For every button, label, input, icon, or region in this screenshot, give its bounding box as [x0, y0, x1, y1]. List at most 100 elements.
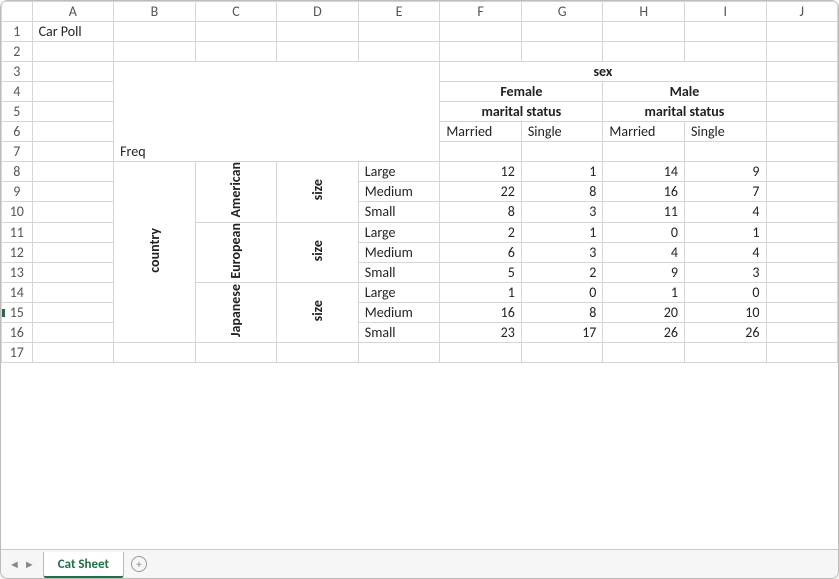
tab-nav-prev-icon[interactable]: ◄ [9, 558, 20, 571]
cell-A8[interactable] [32, 162, 114, 182]
cell-J4[interactable] [766, 82, 838, 102]
header-marital-male[interactable]: marital status [603, 102, 766, 122]
label-medium-2[interactable]: Medium [358, 242, 440, 262]
cell-I12[interactable]: 4 [684, 242, 766, 262]
col-header-F[interactable]: F [440, 2, 522, 22]
cell-J11[interactable] [766, 222, 838, 242]
row-header-8[interactable]: 8 [2, 162, 33, 182]
cell-J3[interactable] [766, 62, 838, 82]
row-header-16[interactable]: 16 [2, 323, 33, 343]
col-header-I[interactable]: I [684, 2, 766, 22]
label-country[interactable]: country [114, 162, 196, 343]
cell-E17[interactable] [358, 343, 440, 363]
cell-A3[interactable] [32, 62, 114, 82]
cell-I13[interactable]: 3 [684, 262, 766, 282]
row-header-14[interactable]: 14 [2, 283, 33, 303]
col-header-H[interactable]: H [603, 2, 685, 22]
cell-I1[interactable] [684, 22, 766, 42]
cell-G12[interactable]: 3 [521, 242, 603, 262]
col-header-D[interactable]: D [277, 2, 359, 22]
label-size-3[interactable]: size [277, 283, 359, 343]
col-header-C[interactable]: C [195, 2, 277, 22]
row-header-4[interactable]: 4 [2, 82, 33, 102]
cell-A10[interactable] [32, 202, 114, 222]
row-header-9[interactable]: 9 [2, 182, 33, 202]
cell-C2[interactable] [195, 42, 277, 62]
cell-F15[interactable]: 16 [440, 303, 522, 323]
label-small-2[interactable]: Small [358, 262, 440, 282]
select-all-corner[interactable] [2, 2, 33, 22]
cell-F7[interactable] [440, 142, 522, 162]
cell-G13[interactable]: 2 [521, 262, 603, 282]
cell-A15[interactable] [32, 303, 114, 323]
col-header-J[interactable]: J [766, 2, 838, 22]
label-size-1[interactable]: size [277, 162, 359, 223]
label-european[interactable]: European [195, 222, 277, 283]
cell-H8[interactable]: 14 [603, 162, 685, 182]
cell-G11[interactable]: 1 [521, 222, 603, 242]
add-sheet-button[interactable]: + [124, 550, 154, 578]
cell-J7[interactable] [766, 142, 838, 162]
cell-J8[interactable] [766, 162, 838, 182]
label-medium-3[interactable]: Medium [358, 303, 440, 323]
cell-A12[interactable] [32, 242, 114, 262]
cell-C17[interactable] [195, 343, 277, 363]
cell-A1[interactable]: Car Poll [32, 22, 114, 42]
cell-G17[interactable] [521, 343, 603, 363]
cell-J2[interactable] [766, 42, 838, 62]
cell-H11[interactable]: 0 [603, 222, 685, 242]
cell-G15[interactable]: 8 [521, 303, 603, 323]
cell-A4[interactable] [32, 82, 114, 102]
header-male[interactable]: Male [603, 82, 766, 102]
cell-F9[interactable]: 22 [440, 182, 522, 202]
freq-label[interactable]: Freq [114, 142, 440, 162]
spreadsheet-grid[interactable]: A B C D E F G H I J 1 Car Poll [1, 1, 838, 550]
cell-H16[interactable]: 26 [603, 323, 685, 343]
cell-A16[interactable] [32, 323, 114, 343]
row-header-10[interactable]: 10 [2, 202, 33, 222]
row-header-12[interactable]: 12 [2, 242, 33, 262]
tab-nav-next-icon[interactable]: ► [24, 558, 35, 571]
cell-B1[interactable] [114, 22, 196, 42]
label-size-2[interactable]: size [277, 222, 359, 283]
cell-F1[interactable] [440, 22, 522, 42]
cell-H9[interactable]: 16 [603, 182, 685, 202]
header-marital-female[interactable]: marital status [440, 102, 603, 122]
cell-B17[interactable] [114, 343, 196, 363]
cell-A11[interactable] [32, 222, 114, 242]
cell-I16[interactable]: 26 [684, 323, 766, 343]
cell-H12[interactable]: 4 [603, 242, 685, 262]
cell-F16[interactable]: 23 [440, 323, 522, 343]
label-medium-1[interactable]: Medium [358, 182, 440, 202]
pivot-stub-blank[interactable] [114, 62, 440, 142]
cell-H13[interactable]: 9 [603, 262, 685, 282]
col-header-E[interactable]: E [358, 2, 440, 22]
header-sex[interactable]: sex [440, 62, 766, 82]
cell-F2[interactable] [440, 42, 522, 62]
cell-G10[interactable]: 3 [521, 202, 603, 222]
cell-J1[interactable] [766, 22, 838, 42]
cell-G2[interactable] [521, 42, 603, 62]
cell-A9[interactable] [32, 182, 114, 202]
header-female[interactable]: Female [440, 82, 603, 102]
cell-H2[interactable] [603, 42, 685, 62]
cell-J12[interactable] [766, 242, 838, 262]
row-header-3[interactable]: 3 [2, 62, 33, 82]
label-large-3[interactable]: Large [358, 283, 440, 303]
col-header-A[interactable]: A [32, 2, 114, 22]
cell-E1[interactable] [358, 22, 440, 42]
cell-F14[interactable]: 1 [440, 283, 522, 303]
label-small-1[interactable]: Small [358, 202, 440, 222]
cell-F13[interactable]: 5 [440, 262, 522, 282]
cell-J6[interactable] [766, 122, 838, 142]
row-header-1[interactable]: 1 [2, 22, 33, 42]
cell-F10[interactable]: 8 [440, 202, 522, 222]
cell-G7[interactable] [521, 142, 603, 162]
row-header-15[interactable]: 15 [2, 303, 33, 323]
col-header-B[interactable]: B [114, 2, 196, 22]
row-header-13[interactable]: 13 [2, 262, 33, 282]
label-japanese[interactable]: Japanese [195, 283, 277, 343]
row-header-5[interactable]: 5 [2, 102, 33, 122]
cell-I11[interactable]: 1 [684, 222, 766, 242]
header-single-f[interactable]: Single [521, 122, 603, 142]
